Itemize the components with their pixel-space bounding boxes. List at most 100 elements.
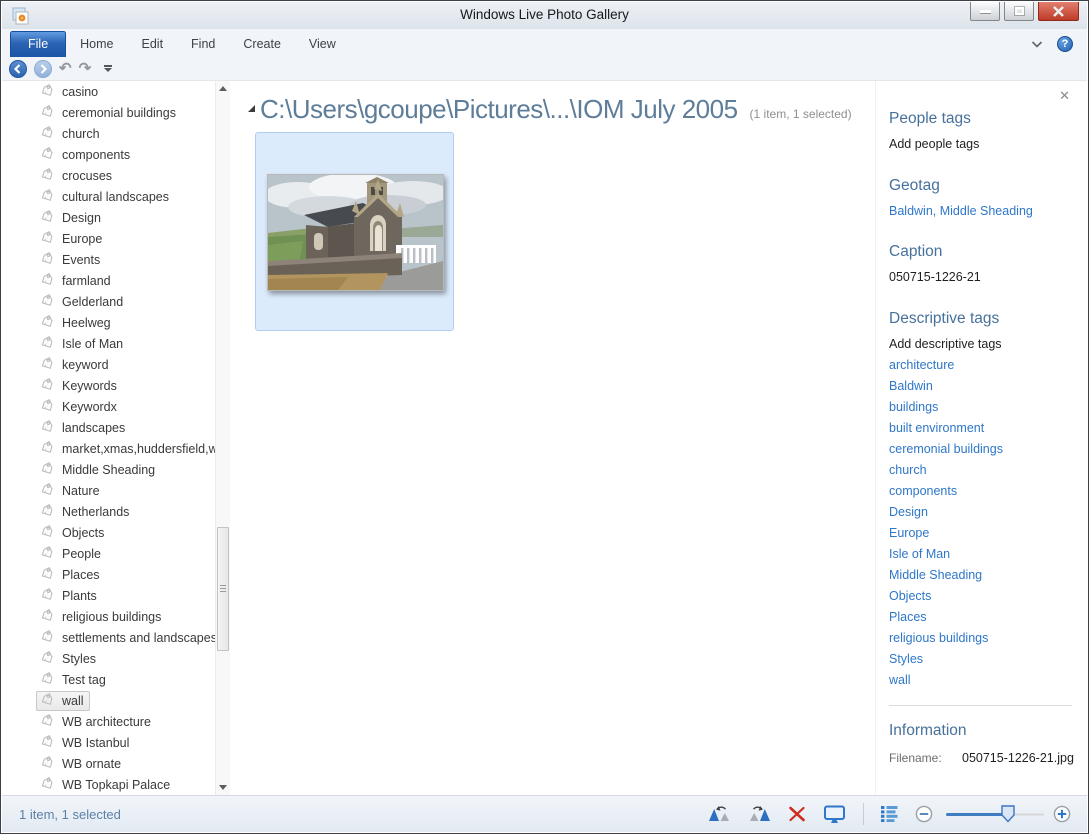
sidebar-tag-selected[interactable]: wall — [2, 690, 215, 711]
descriptive-tag-link[interactable]: wall — [889, 670, 1087, 691]
zoom-out-button[interactable] — [915, 805, 933, 823]
sidebar-tag[interactable]: People — [2, 543, 215, 564]
sidebar-tag[interactable]: WB Istanbul — [2, 732, 215, 753]
sidebar-tag[interactable]: Styles — [2, 648, 215, 669]
sidebar-tag[interactable]: Design — [2, 207, 215, 228]
sidebar-tag[interactable]: WB Topkapi Palace — [2, 774, 215, 795]
close-panel-icon[interactable]: ✕ — [1059, 89, 1070, 102]
collapse-group-icon[interactable] — [248, 105, 255, 112]
sidebar-tag[interactable]: Netherlands — [2, 501, 215, 522]
delete-button[interactable] — [788, 806, 806, 822]
status-summary: 1 item, 1 selected — [19, 806, 121, 822]
sidebar-tag[interactable]: Objects — [2, 522, 215, 543]
sidebar-scrollbar[interactable] — [215, 81, 230, 795]
sidebar-tag[interactable]: settlements and landscapes — [2, 627, 215, 648]
sidebar-tag[interactable]: farmland — [2, 270, 215, 291]
sidebar-tag[interactable]: crocuses — [2, 165, 215, 186]
add-descriptive-tags-link[interactable]: Add descriptive tags — [889, 337, 1087, 351]
sidebar-tag[interactable]: keyword — [2, 354, 215, 375]
descriptive-tag-link[interactable]: Europe — [889, 523, 1087, 544]
tag-icon — [39, 566, 55, 583]
descriptive-tag-link[interactable]: architecture — [889, 355, 1087, 376]
forward-button[interactable] — [34, 59, 52, 78]
close-button[interactable] — [1038, 2, 1079, 21]
tag-label: Keywords — [62, 378, 117, 393]
sidebar-tag[interactable]: Plants — [2, 585, 215, 606]
sidebar-tag[interactable]: Heelweg — [2, 312, 215, 333]
rotate-left-button[interactable] — [708, 805, 731, 823]
restore-button[interactable] — [1004, 2, 1034, 21]
zoom-slider[interactable] — [945, 804, 1045, 824]
tag-label: WB architecture — [62, 714, 151, 729]
photo-thumbnail-selected[interactable] — [255, 132, 454, 331]
help-icon[interactable]: ? — [1057, 36, 1073, 52]
tag-icon — [39, 314, 55, 331]
tag-icon — [39, 356, 55, 373]
sidebar-tag[interactable]: Gelderland — [2, 291, 215, 312]
tab-view[interactable]: View — [295, 32, 350, 57]
tab-create[interactable]: Create — [229, 32, 295, 57]
sidebar-tag[interactable]: Middle Sheading — [2, 459, 215, 480]
sidebar-tag[interactable]: Isle of Man — [2, 333, 215, 354]
sidebar-tag[interactable]: landscapes — [2, 417, 215, 438]
toolbar-overflow-icon[interactable] — [104, 65, 113, 72]
add-people-tags-link[interactable]: Add people tags — [889, 137, 1087, 151]
back-button[interactable] — [9, 59, 27, 78]
sidebar-tag[interactable]: Places — [2, 564, 215, 585]
descriptive-tag-link[interactable]: built environment — [889, 418, 1087, 439]
sidebar-tag[interactable]: market,xmas,huddersfield,wiz — [2, 438, 215, 459]
rotate-right-button[interactable] — [748, 805, 771, 823]
rotate-left-icon — [709, 806, 729, 821]
sidebar-tag[interactable]: ceremonial buildings — [2, 102, 215, 123]
descriptive-tag-link[interactable]: Places — [889, 607, 1087, 628]
descriptive-tag-link[interactable]: ceremonial buildings — [889, 439, 1087, 460]
sidebar-tag[interactable]: cultural landscapes — [2, 186, 215, 207]
descriptive-tag-link[interactable]: church — [889, 460, 1087, 481]
sidebar-tag[interactable]: religious buildings — [2, 606, 215, 627]
tab-home[interactable]: Home — [66, 32, 127, 57]
collapse-ribbon-chevron-icon[interactable] — [1031, 40, 1043, 48]
descriptive-tag-link[interactable]: components — [889, 481, 1087, 502]
descriptive-tag-link[interactable]: religious buildings — [889, 628, 1087, 649]
descriptive-tag-link[interactable]: Objects — [889, 586, 1087, 607]
tag-label: Nature — [62, 483, 100, 498]
sidebar-tag[interactable]: casino — [2, 81, 215, 102]
descriptive-tag-link[interactable]: Middle Sheading — [889, 565, 1087, 586]
scroll-up-icon[interactable] — [216, 81, 230, 96]
descriptive-tag-link[interactable]: Styles — [889, 649, 1087, 670]
undo-button[interactable]: ↶ — [59, 60, 72, 78]
descriptive-tag-link[interactable]: buildings — [889, 397, 1087, 418]
selection-count: (1 item, 1 selected) — [749, 107, 852, 121]
scrollbar-thumb[interactable] — [217, 527, 229, 651]
tag-icon — [39, 692, 55, 709]
sidebar-tag[interactable]: WB architecture — [2, 711, 215, 732]
sidebar-tag[interactable]: Nature — [2, 480, 215, 501]
geotag-link[interactable]: Baldwin, Middle Sheading — [889, 204, 1087, 218]
tag-label: WB ornate — [62, 756, 122, 771]
descriptive-tag-link[interactable]: Isle of Man — [889, 544, 1087, 565]
tag-label: Styles — [62, 651, 97, 666]
tag-icon — [39, 587, 55, 604]
sidebar-tag[interactable]: Keywordx — [2, 396, 215, 417]
redo-button[interactable]: ↷ — [79, 60, 92, 78]
descriptive-tag-link[interactable]: Baldwin — [889, 376, 1087, 397]
sidebar-tag[interactable]: Europe — [2, 228, 215, 249]
slideshow-button[interactable] — [823, 805, 846, 824]
sidebar-tag[interactable]: Events — [2, 249, 215, 270]
tag-label: ceremonial buildings — [62, 105, 176, 120]
zoom-in-icon — [1053, 805, 1071, 823]
sidebar-tag[interactable]: components — [2, 144, 215, 165]
tag-icon — [39, 524, 55, 541]
minimize-button[interactable] — [970, 2, 1000, 21]
zoom-in-button[interactable] — [1053, 805, 1071, 823]
view-details-button[interactable] — [881, 806, 898, 822]
sidebar-tag[interactable]: church — [2, 123, 215, 144]
sidebar-tag[interactable]: WB ornate — [2, 753, 215, 774]
descriptive-tag-link[interactable]: Design — [889, 502, 1087, 523]
tab-find[interactable]: Find — [177, 32, 229, 57]
sidebar-tag[interactable]: Keywords — [2, 375, 215, 396]
tab-edit[interactable]: Edit — [128, 32, 178, 57]
tab-file[interactable]: File — [10, 31, 67, 57]
scroll-down-icon[interactable] — [216, 780, 230, 795]
sidebar-tag[interactable]: Test tag — [2, 669, 215, 690]
